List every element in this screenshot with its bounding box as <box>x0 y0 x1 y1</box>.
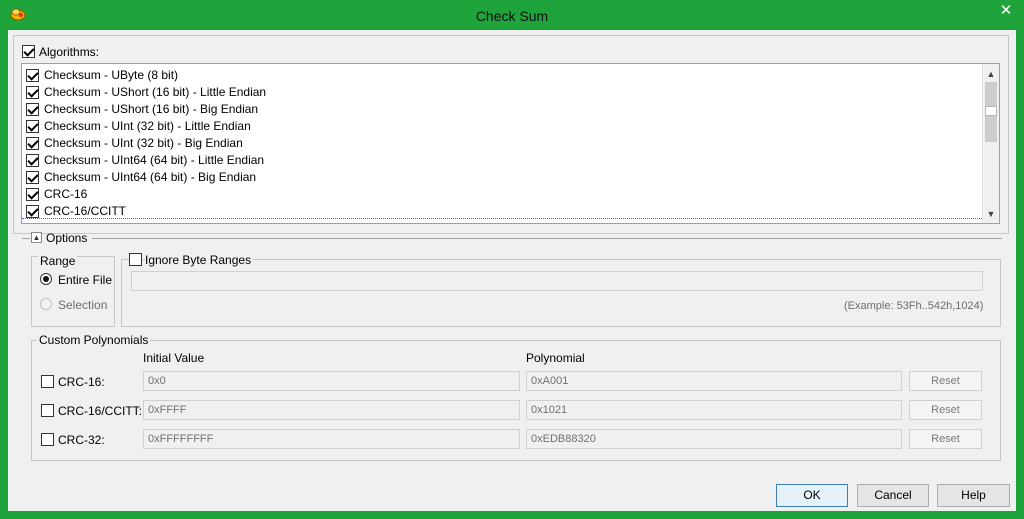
entire-file-radio[interactable] <box>40 273 52 285</box>
list-item[interactable]: Checksum - UShort (16 bit) - Little Endi… <box>22 84 984 101</box>
crc16-ccitt-initial-input[interactable]: 0xFFFF <box>143 400 520 420</box>
algorithm-list[interactable]: Checksum - UByte (8 bit) Checksum - USho… <box>21 63 1000 224</box>
crc16-initial-input[interactable]: 0x0 <box>143 371 520 391</box>
initial-value-header: Initial Value <box>143 351 205 365</box>
crc32-label: CRC-32: <box>58 433 105 447</box>
scroll-down-icon[interactable]: ▼ <box>983 206 999 222</box>
custom-polynomials-label: Custom Polynomials <box>37 333 151 347</box>
item-label: CRC-16/CCITT <box>44 204 127 218</box>
cancel-button[interactable]: Cancel <box>857 484 929 507</box>
item-checkbox[interactable] <box>26 86 39 99</box>
crc16-ccitt-checkbox[interactable] <box>41 404 54 417</box>
algorithms-checkbox[interactable] <box>22 45 35 58</box>
crc16-reset-button[interactable]: Reset <box>909 371 982 391</box>
crc16-ccitt-polynomial-input[interactable]: 0x1021 <box>526 400 902 420</box>
crc32-checkbox[interactable] <box>41 433 54 446</box>
item-checkbox[interactable] <box>26 171 39 184</box>
byte-ranges-input[interactable] <box>131 271 983 291</box>
options-divider-left <box>22 238 30 239</box>
partial-list-item[interactable] <box>22 218 984 223</box>
item-label: Checksum - UInt (32 bit) - Little Endian <box>44 119 251 133</box>
crc16-checkbox[interactable] <box>41 375 54 388</box>
item-label: Checksum - UInt64 (64 bit) - Little Endi… <box>44 153 265 167</box>
title-bar: Check Sum ✕ <box>0 0 1024 30</box>
item-checkbox[interactable] <box>26 120 39 133</box>
dialog-client: Algorithms: Checksum - UByte (8 bit) Che… <box>8 30 1016 511</box>
help-button[interactable]: Help <box>937 484 1010 507</box>
close-button[interactable]: ✕ <box>989 0 1023 22</box>
options-label: Options <box>46 231 88 245</box>
ignore-byte-ranges-label[interactable]: Ignore Byte Ranges <box>145 253 254 267</box>
entire-file-label[interactable]: Entire File <box>58 273 112 287</box>
window-title: Check Sum <box>475 8 549 24</box>
ignore-byte-ranges-group <box>121 259 1001 327</box>
ignore-byte-ranges-checkbox[interactable] <box>129 253 142 266</box>
item-label: Checksum - UShort (16 bit) - Little Endi… <box>44 85 267 99</box>
item-checkbox[interactable] <box>26 69 39 82</box>
item-checkbox[interactable] <box>26 103 39 116</box>
polynomial-header: Polynomial <box>526 351 585 365</box>
item-label: Checksum - UByte (8 bit) <box>44 68 179 82</box>
ok-button[interactable]: OK <box>776 484 848 507</box>
range-label: Range <box>38 254 78 268</box>
item-checkbox[interactable] <box>26 205 39 218</box>
algorithms-label: Algorithms: <box>39 45 100 59</box>
list-item[interactable]: CRC-16 <box>22 186 984 203</box>
selection-label[interactable]: Selection <box>58 298 107 312</box>
scroll-up-icon[interactable]: ▲ <box>983 66 999 82</box>
options-header: ▲ Options <box>8 230 1002 246</box>
list-item[interactable]: Checksum - UShort (16 bit) - Big Endian <box>22 101 984 118</box>
item-checkbox[interactable] <box>26 154 39 167</box>
item-checkbox[interactable] <box>26 137 39 150</box>
crc16-polynomial-input[interactable]: 0xA001 <box>526 371 902 391</box>
list-scrollbar[interactable]: ▲ ▼ <box>982 64 999 223</box>
item-checkbox[interactable] <box>26 188 39 201</box>
collapse-icon[interactable]: ▲ <box>31 232 42 243</box>
crc32-reset-button[interactable]: Reset <box>909 429 982 449</box>
item-label: Checksum - UInt (32 bit) - Big Endian <box>44 136 243 150</box>
byte-ranges-example: (Example: 53Fh..542h,1024) <box>844 300 984 312</box>
checksum-window: Check Sum ✕ Algorithms: Checksum - UByte… <box>0 0 1024 519</box>
list-item[interactable]: Checksum - UInt64 (64 bit) - Big Endian <box>22 169 984 186</box>
scroll-thumb[interactable] <box>985 106 997 116</box>
item-label: Checksum - UShort (16 bit) - Big Endian <box>44 102 259 116</box>
crc16-label: CRC-16: <box>58 375 105 389</box>
list-item[interactable]: Checksum - UByte (8 bit) <box>22 67 984 84</box>
options-divider <box>92 238 1002 239</box>
crc16-ccitt-reset-button[interactable]: Reset <box>909 400 982 420</box>
crc32-polynomial-input[interactable]: 0xEDB88320 <box>526 429 902 449</box>
selection-radio[interactable] <box>40 298 52 310</box>
list-item[interactable]: Checksum - UInt64 (64 bit) - Little Endi… <box>22 152 984 169</box>
list-item[interactable]: Checksum - UInt (32 bit) - Little Endian <box>22 118 984 135</box>
crc16-ccitt-label: CRC-16/CCITT: <box>58 404 143 418</box>
item-label: CRC-16 <box>44 187 88 201</box>
crc32-initial-input[interactable]: 0xFFFFFFFF <box>143 429 520 449</box>
list-item[interactable]: Checksum - UInt (32 bit) - Big Endian <box>22 135 984 152</box>
item-label: Checksum - UInt64 (64 bit) - Big Endian <box>44 170 257 184</box>
